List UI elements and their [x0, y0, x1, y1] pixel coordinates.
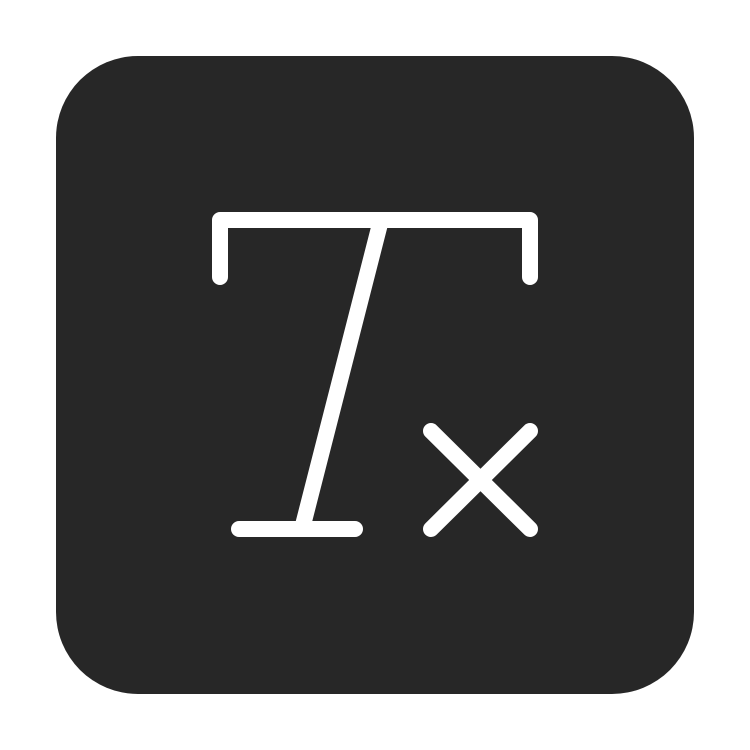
clear-formatting-icon	[56, 56, 694, 694]
icon-canvas	[0, 0, 750, 750]
icon-background	[56, 56, 694, 694]
